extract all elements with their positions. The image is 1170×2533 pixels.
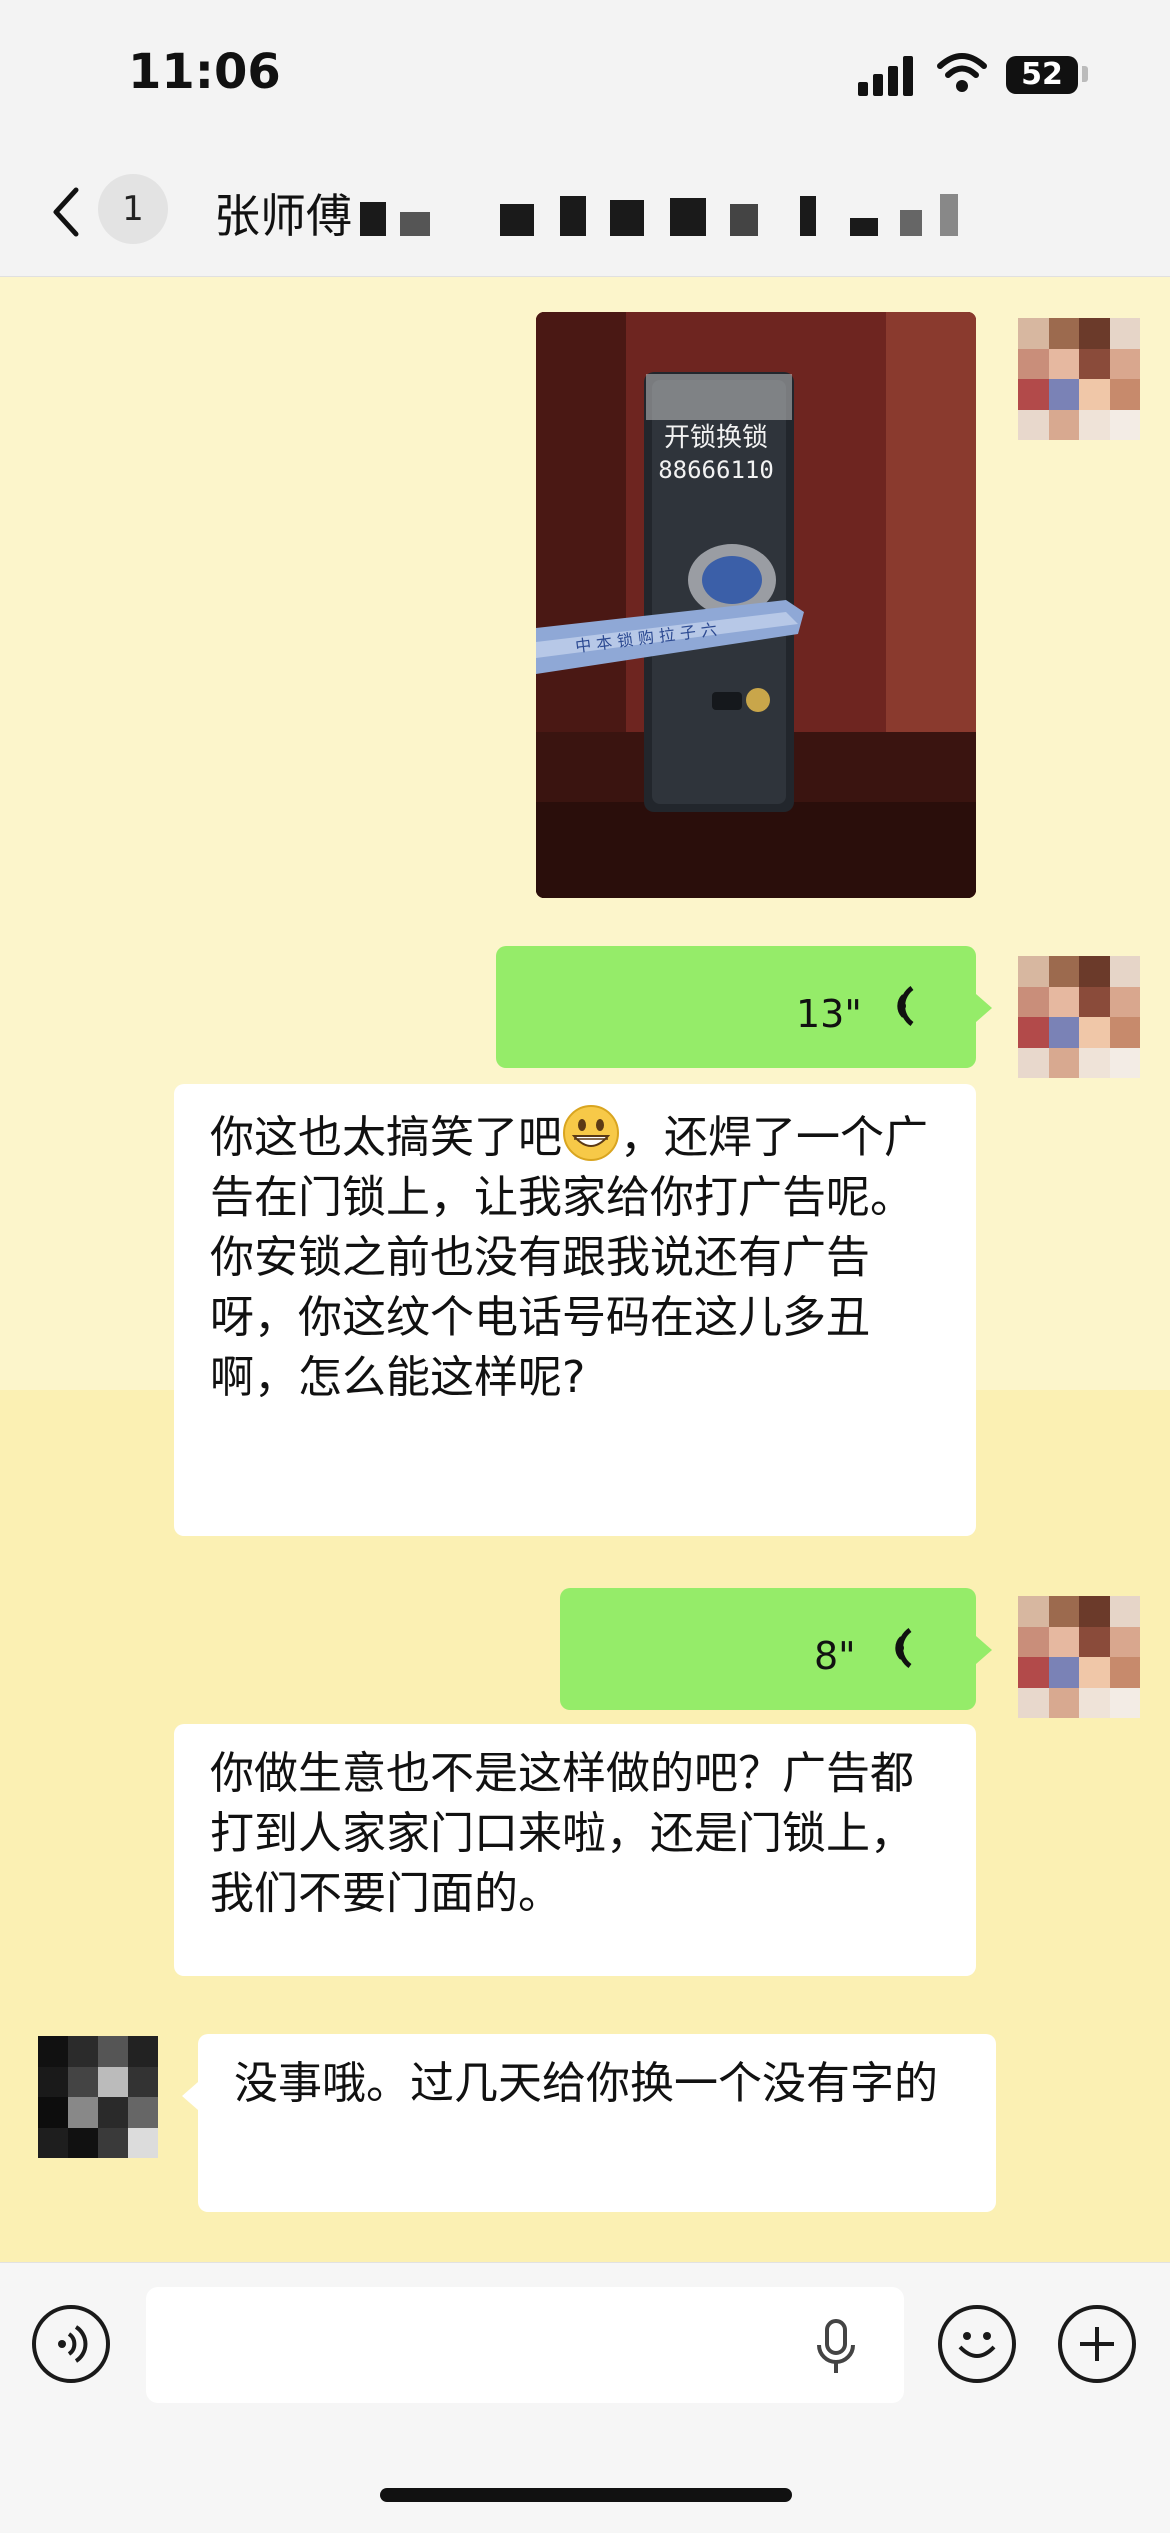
bubble-tail <box>976 1636 992 1664</box>
battery-tip <box>1082 66 1088 82</box>
microphone-icon[interactable] <box>812 2317 860 2377</box>
contact-text-message-bubble[interactable]: 没事哦。过几天给你换一个没有字的 <box>198 2034 996 2212</box>
voice-duration: 13" <box>796 992 862 1036</box>
voice-duration: 8" <box>814 1634 856 1678</box>
home-indicator[interactable] <box>380 2488 792 2502</box>
sticker-phone-number: 88666110 <box>658 456 774 484</box>
chat-header: 1 张师傅 <box>0 150 1170 277</box>
voice-message-bubble[interactable]: 13" <box>496 946 976 1068</box>
message-text: 你做生意也不是这样做的吧？广告都打到人家家门口来啦，还是门锁上，我们不要门面的。 <box>210 1748 914 1919</box>
more-options-button[interactable] <box>1058 2305 1136 2383</box>
door-lock-photo: 开锁换锁 88666110 中 本 锁 购 拉 子 六 <box>536 312 976 898</box>
status-bar: 11:06 52 <box>0 0 1170 150</box>
bubble-tail <box>976 994 992 1022</box>
self-avatar[interactable] <box>1018 1596 1140 1718</box>
message-text: 没事哦。过几天给你换一个没有字的 <box>234 2058 938 2109</box>
contact-avatar[interactable] <box>38 2036 158 2158</box>
status-time: 11:06 <box>128 44 281 100</box>
cellular-signal-icon <box>858 56 914 96</box>
voice-mode-button[interactable] <box>32 2305 110 2383</box>
grinning-face-emoji-icon <box>563 1105 619 1161</box>
self-avatar[interactable] <box>1018 318 1140 440</box>
sticker-text-line1: 开锁换锁 <box>664 423 768 453</box>
message-text-part: 你这也太搞笑了吧 <box>210 1112 562 1163</box>
wifi-icon <box>937 53 987 92</box>
voice-mode-icon <box>58 2325 88 2363</box>
emoji-button[interactable] <box>938 2305 1016 2383</box>
text-message-bubble[interactable]: 你这也太搞笑了吧 ，还焊了一个广告在门锁上，让我家给你打广告呢。你安锁之前也没有… <box>174 1084 976 1536</box>
self-avatar[interactable] <box>1018 956 1140 1078</box>
door-lock-photo-message[interactable]: 开锁换锁 88666110 中 本 锁 购 拉 子 六 <box>536 312 976 898</box>
back-chevron-icon[interactable] <box>46 182 86 242</box>
plus-icon <box>1080 2327 1114 2361</box>
voice-message-bubble[interactable]: 8" <box>560 1588 976 1710</box>
voice-wave-icon <box>895 1627 912 1669</box>
unread-count-badge[interactable]: 1 <box>98 174 168 244</box>
title-redaction-mosaic <box>330 190 970 246</box>
battery-indicator: 52 <box>1006 56 1078 94</box>
bubble-tail <box>182 2082 198 2110</box>
text-message-bubble[interactable]: 你做生意也不是这样做的吧？广告都打到人家家门口来啦，还是门锁上，我们不要门面的。 <box>174 1724 976 1976</box>
message-input[interactable] <box>146 2287 904 2403</box>
emoji-icon <box>958 2332 996 2358</box>
voice-wave-icon <box>897 985 914 1027</box>
